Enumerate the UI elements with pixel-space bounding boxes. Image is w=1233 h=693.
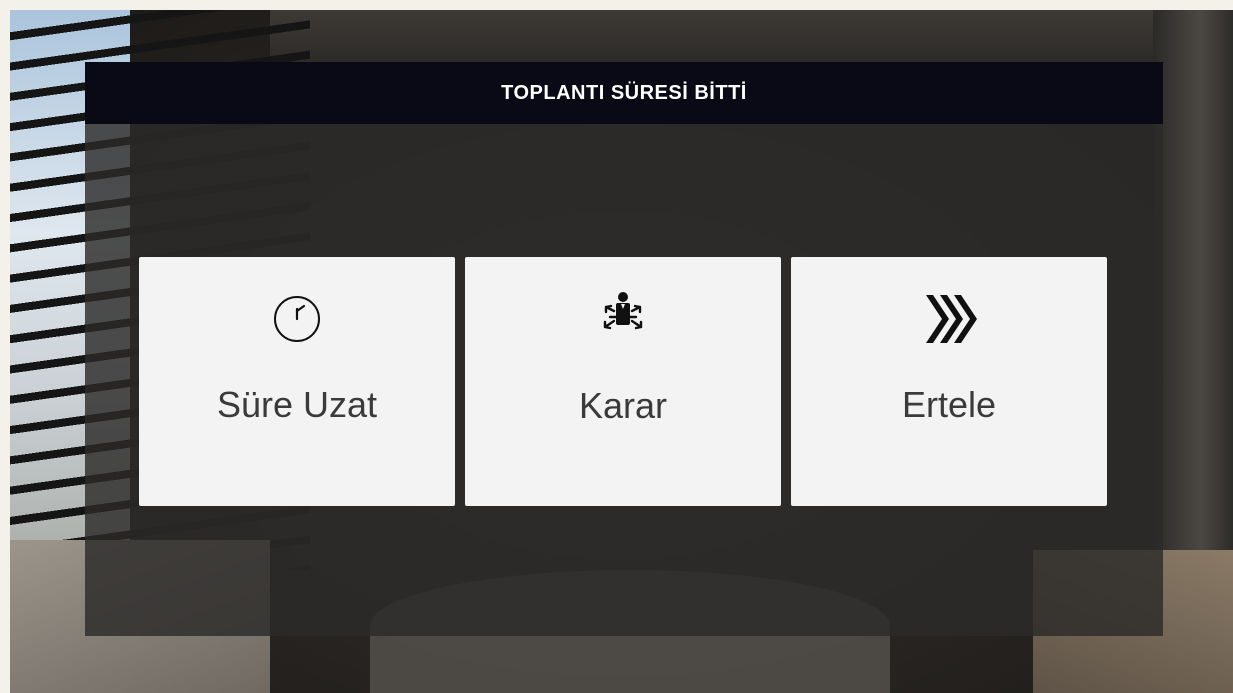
meeting-ended-dialog: TOPLANTI SÜRESİ BİTTİ Süre Uzat Karar Er… bbox=[85, 62, 1163, 636]
decision-person-icon bbox=[603, 292, 643, 330]
extend-time-label: Süre Uzat bbox=[216, 384, 378, 425]
clock-icon bbox=[274, 296, 320, 342]
dialog-title: TOPLANTI SÜRESİ BİTTİ bbox=[501, 81, 747, 104]
postpone-button[interactable]: Ertele bbox=[791, 257, 1107, 506]
decision-button[interactable]: Karar bbox=[465, 257, 781, 506]
right-wall bbox=[1153, 10, 1233, 570]
dialog-header: TOPLANTI SÜRESİ BİTTİ bbox=[85, 62, 1163, 124]
ceiling bbox=[270, 10, 1170, 70]
decision-label: Karar bbox=[578, 385, 668, 426]
triple-chevron-right-icon bbox=[926, 295, 977, 343]
extend-time-button[interactable]: Süre Uzat bbox=[139, 257, 455, 506]
postpone-label: Ertele bbox=[901, 384, 997, 425]
